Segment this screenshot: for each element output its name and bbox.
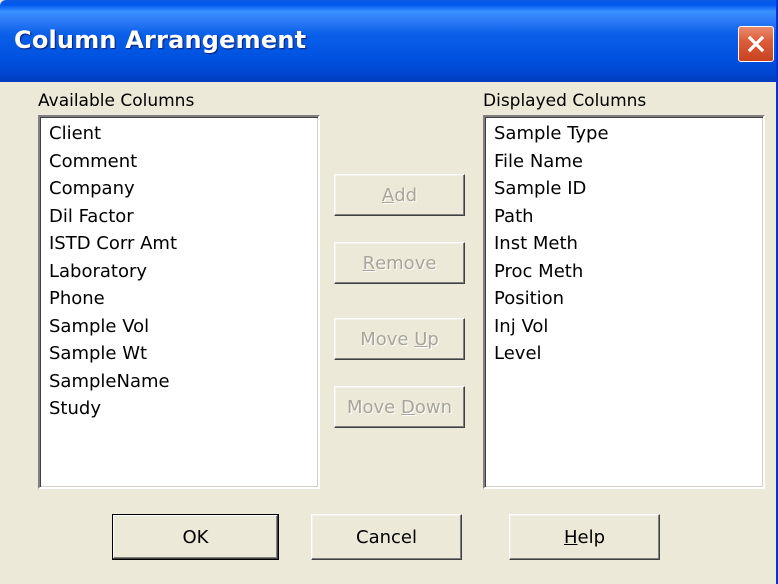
- add-button[interactable]: Add: [334, 174, 465, 216]
- move-up-button-accesskey: U: [414, 328, 428, 350]
- close-x-icon: [747, 35, 765, 53]
- remove-button-label-post: emove: [375, 252, 437, 274]
- displayed-columns-list[interactable]: Sample Type File Name Sample ID Path Inst Me…: [483, 115, 765, 489]
- help-button-label-post: elp: [577, 526, 606, 548]
- list-item[interactable]: Sample Type: [494, 120, 763, 148]
- title-bar[interactable]: Column Arrangement: [0, 0, 776, 82]
- available-columns-label: Available Columns: [38, 91, 195, 111]
- list-item[interactable]: Sample Wt: [49, 340, 318, 368]
- move-down-button[interactable]: Move Down: [334, 386, 465, 428]
- list-item[interactable]: Study: [49, 395, 318, 423]
- help-button-accesskey: H: [563, 526, 578, 548]
- list-item[interactable]: Sample Vol: [49, 313, 318, 341]
- displayed-columns-label: Displayed Columns: [483, 91, 647, 111]
- move-down-button-accesskey: D: [400, 396, 415, 418]
- list-item[interactable]: Path: [494, 203, 763, 231]
- remove-button-accesskey: R: [362, 252, 376, 274]
- ok-button-label: OK: [182, 526, 209, 548]
- list-item[interactable]: SampleName: [49, 368, 318, 396]
- list-item[interactable]: Company: [49, 175, 318, 203]
- column-arrangement-dialog: Column Arrangement Available Columns Cli…: [0, 0, 778, 584]
- list-item[interactable]: File Name: [494, 148, 763, 176]
- list-item[interactable]: Inst Meth: [494, 230, 763, 258]
- list-item[interactable]: Sample ID: [494, 175, 763, 203]
- cancel-button[interactable]: Cancel: [311, 514, 462, 560]
- list-item[interactable]: Laboratory: [49, 258, 318, 286]
- list-item[interactable]: Comment: [49, 148, 318, 176]
- available-columns-list[interactable]: Client Comment Company Dil Factor ISTD Corr …: [38, 115, 320, 489]
- list-item[interactable]: Client: [49, 120, 318, 148]
- move-up-button[interactable]: Move Up: [334, 318, 465, 360]
- list-item[interactable]: Dil Factor: [49, 203, 318, 231]
- help-button[interactable]: Help: [509, 514, 660, 560]
- move-down-button-label-pre: Move: [346, 396, 401, 418]
- move-up-button-label-post: p: [427, 328, 439, 350]
- list-item[interactable]: ISTD Corr Amt: [49, 230, 318, 258]
- list-item[interactable]: Level: [494, 340, 763, 368]
- remove-button[interactable]: Remove: [334, 242, 465, 284]
- add-button-accesskey: A: [381, 184, 395, 206]
- list-item[interactable]: Proc Meth: [494, 258, 763, 286]
- close-button[interactable]: [738, 26, 774, 62]
- cancel-button-label: Cancel: [356, 526, 417, 548]
- list-item[interactable]: Phone: [49, 285, 318, 313]
- move-down-button-label-post: own: [414, 396, 453, 418]
- list-item[interactable]: Position: [494, 285, 763, 313]
- dialog-title: Column Arrangement: [14, 26, 307, 54]
- move-up-button-label-pre: Move: [360, 328, 415, 350]
- list-item[interactable]: Inj Vol: [494, 313, 763, 341]
- ok-button[interactable]: OK: [112, 514, 279, 560]
- add-button-label-post: dd: [394, 184, 418, 206]
